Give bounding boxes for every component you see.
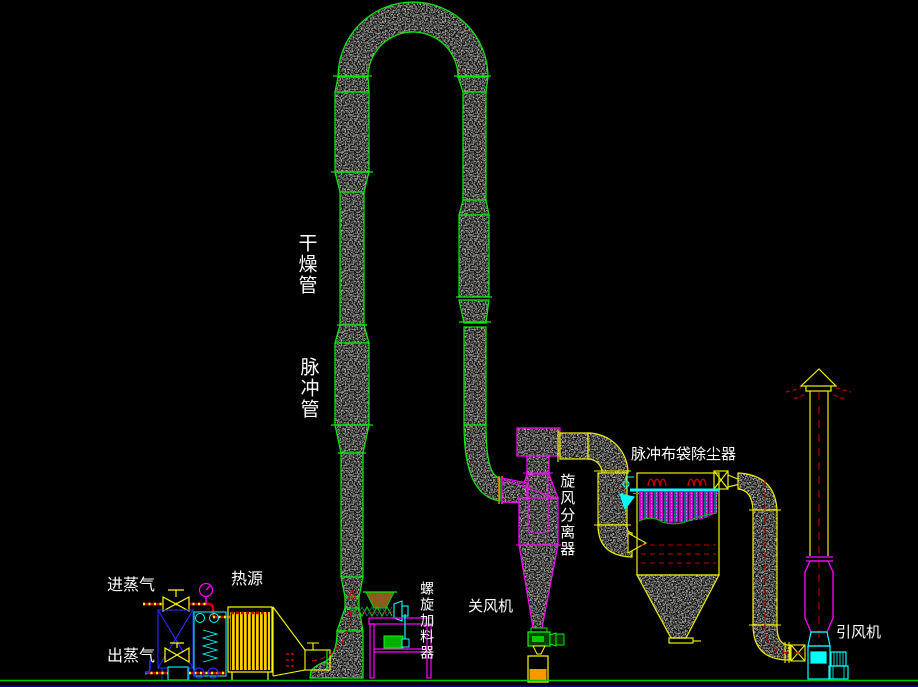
label-drying-pipe: 干燥管 [296, 233, 317, 296]
heat-exchanger-column [194, 612, 226, 676]
label-heat-source: 热源 [231, 570, 263, 587]
baghouse-pulse-coils [648, 479, 706, 486]
rotary-airlock-valve [528, 628, 564, 654]
steam-outlet-valve [165, 643, 189, 662]
steam-inlet-valve [163, 590, 189, 611]
filter-bags [639, 492, 717, 524]
label-screw-feeder: 螺旋加料器 [418, 581, 433, 661]
label-pulse-pipe: 脉冲管 [298, 357, 319, 420]
label-cyclone-separator: 旋风分离器 [559, 473, 575, 558]
label-induced-draft-fan: 引风机 [836, 624, 881, 640]
collection-bin [528, 656, 548, 682]
baghouse-flow-dashes [641, 545, 716, 563]
pressure-gauge [200, 584, 213, 605]
label-steam-outlet: 出蒸气 [107, 647, 155, 664]
cad-canvas: 干燥管 脉冲管 旋风分离器 脉冲布袋除尘器 螺旋加料器 关风机 引风机 进蒸气 … [0, 0, 918, 687]
duct-baghouse-to-fan [738, 473, 790, 660]
label-pulse-bag-dust-collector: 脉冲布袋除尘器 [631, 446, 736, 462]
label-rotary-airlock: 关风机 [468, 598, 513, 614]
label-steam-inlet: 进蒸气 [107, 576, 155, 593]
hot-air-cone-coils [286, 654, 296, 666]
steam-outlet-line [145, 660, 225, 680]
drying-pipe-u-tube [310, 2, 500, 678]
heat-source-radiator [228, 607, 272, 680]
